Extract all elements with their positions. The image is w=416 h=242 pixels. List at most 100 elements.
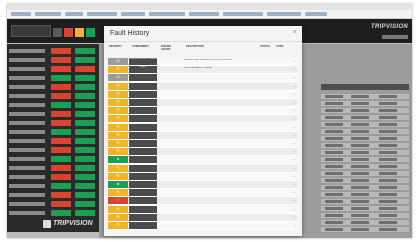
fault-row[interactable]: ✎ ⌄	[108, 172, 298, 181]
chevron-down-icon[interactable]: ⌄	[293, 67, 296, 71]
background-cell	[379, 109, 397, 112]
column-header-code[interactable]: CODE	[276, 45, 284, 48]
vehicle-row[interactable]	[9, 111, 97, 117]
vehicle-row[interactable]	[9, 201, 97, 207]
fault-row[interactable]: ● ⌄	[108, 156, 298, 165]
bookmark[interactable]	[65, 12, 83, 16]
background-table-row	[321, 157, 409, 162]
column-header-severity[interactable]: SEVERITY	[109, 45, 122, 48]
chevron-down-icon[interactable]: ⌄	[293, 116, 296, 120]
vehicle-row[interactable]	[9, 66, 97, 72]
fault-row[interactable]: ✎ ⌄	[108, 90, 298, 99]
column-header-status[interactable]: STATUS	[260, 45, 270, 48]
fault-row[interactable]: ✎ ⌄	[108, 164, 298, 173]
background-cell	[351, 116, 369, 119]
chevron-down-icon[interactable]: ⌄	[293, 75, 296, 79]
chevron-down-icon[interactable]: ⌄	[293, 190, 296, 194]
chevron-down-icon[interactable]: ⌄	[293, 92, 296, 96]
status-badge	[51, 165, 71, 171]
chevron-down-icon[interactable]: ⌄	[293, 125, 296, 129]
bookmarks-bar	[7, 10, 412, 19]
chevron-down-icon[interactable]: ⌄	[293, 207, 296, 211]
vehicle-row[interactable]	[9, 183, 97, 189]
chevron-down-icon[interactable]: ⌄	[293, 59, 296, 63]
vehicle-row[interactable]	[9, 156, 97, 162]
bookmark[interactable]	[87, 12, 117, 16]
vehicle-row[interactable]	[9, 84, 97, 90]
chevron-down-icon[interactable]: ⌄	[293, 100, 296, 104]
fault-row[interactable]: ! ⌄	[108, 197, 298, 206]
menu-icon[interactable]	[53, 28, 62, 37]
fault-row[interactable]: ✎ ⌄	[108, 107, 298, 116]
vehicle-row[interactable]	[9, 174, 97, 180]
fault-row[interactable]: ✎ ⌄	[108, 115, 298, 124]
bookmark[interactable]	[121, 12, 145, 16]
vehicle-row[interactable]	[9, 48, 97, 54]
vehicle-row[interactable]	[9, 102, 97, 108]
chevron-down-icon[interactable]: ⌄	[293, 198, 296, 202]
status-badge	[75, 102, 95, 108]
status-badge	[75, 129, 95, 135]
severity-indicator: ✎	[108, 115, 128, 123]
close-icon[interactable]: ×	[293, 29, 297, 36]
chevron-down-icon[interactable]: ⌄	[293, 149, 296, 153]
bookmark[interactable]	[305, 12, 327, 16]
ok-icon[interactable]	[86, 28, 95, 37]
chevron-down-icon[interactable]: ⌄	[293, 166, 296, 170]
vehicle-row[interactable]	[9, 120, 97, 126]
bookmark[interactable]	[223, 12, 263, 16]
clock-icon: ◷	[116, 74, 120, 80]
vehicle-row[interactable]	[9, 165, 97, 171]
column-header-engine-hours[interactable]: ENGINE HOURS	[161, 45, 173, 51]
wrench-icon: ✎	[116, 164, 120, 170]
column-header-component[interactable]: COMPONENT	[132, 45, 149, 48]
fault-row[interactable]: ✎ ⌄	[108, 222, 298, 230]
status-badge	[51, 201, 71, 207]
chevron-down-icon[interactable]: ⌄	[293, 84, 296, 88]
vehicle-row[interactable]	[9, 210, 97, 216]
column-header-description[interactable]: DESCRIPTION	[186, 45, 204, 48]
alert-icon[interactable]	[64, 28, 73, 37]
fault-row[interactable]: ✎ ⌄	[108, 123, 298, 132]
bookmark[interactable]	[267, 12, 301, 16]
chevron-down-icon[interactable]: ⌄	[293, 141, 296, 145]
chevron-down-icon[interactable]: ⌄	[293, 108, 296, 112]
vehicle-row[interactable]	[9, 192, 97, 198]
vehicle-row[interactable]	[9, 57, 97, 63]
chevron-down-icon[interactable]: ⌄	[293, 157, 296, 161]
header-link[interactable]	[382, 35, 408, 39]
fault-row[interactable]: ✎ ⌄	[108, 205, 298, 214]
background-cell	[379, 228, 397, 231]
warning-icon[interactable]	[75, 28, 84, 37]
fault-row[interactable]: ✎ ⌄	[108, 131, 298, 140]
search-input[interactable]	[11, 25, 51, 37]
vehicle-row[interactable]	[9, 147, 97, 153]
fault-row[interactable]: ✎ ⌄	[108, 140, 298, 148]
fault-row[interactable]: ◷ Exhaust Emission Controller Indicator Fl…	[108, 58, 298, 66]
chevron-down-icon[interactable]: ⌄	[293, 133, 296, 137]
vehicle-row[interactable]	[9, 129, 97, 135]
vehicle-row[interactable]	[9, 75, 97, 81]
chevron-down-icon[interactable]: ⌄	[293, 215, 296, 219]
fault-row[interactable]: ◷ ⌄	[108, 74, 298, 83]
fault-row[interactable]: ✎ ⌄	[108, 82, 298, 91]
chevron-down-icon[interactable]: ⌄	[293, 174, 296, 178]
vehicle-row[interactable]	[9, 93, 97, 99]
description-cell: Indicator Flash Request From DPF Control…	[184, 59, 232, 61]
chevron-down-icon[interactable]: ⌄	[293, 182, 296, 186]
bookmark[interactable]	[189, 12, 219, 16]
fault-row[interactable]: ✎ ⌄	[108, 189, 298, 198]
fault-row[interactable]: ✎ ⌄	[108, 148, 298, 157]
fault-row[interactable]: ✎ ⌄	[108, 213, 298, 222]
fault-row[interactable]: ✎ Engine Abnormal Rate of Change ⌄	[108, 66, 298, 75]
chevron-down-icon[interactable]: ⌄	[293, 223, 296, 227]
background-cell	[351, 172, 369, 175]
vehicle-row[interactable]	[9, 138, 97, 144]
bookmark[interactable]	[35, 12, 61, 16]
fault-row[interactable]: ✎ ⌄	[108, 99, 298, 107]
bookmark[interactable]	[11, 12, 31, 16]
bookmark[interactable]	[149, 12, 185, 16]
component-cell	[129, 123, 157, 131]
modal-divider	[104, 41, 302, 42]
fault-row[interactable]: ● ⌄	[108, 181, 298, 189]
